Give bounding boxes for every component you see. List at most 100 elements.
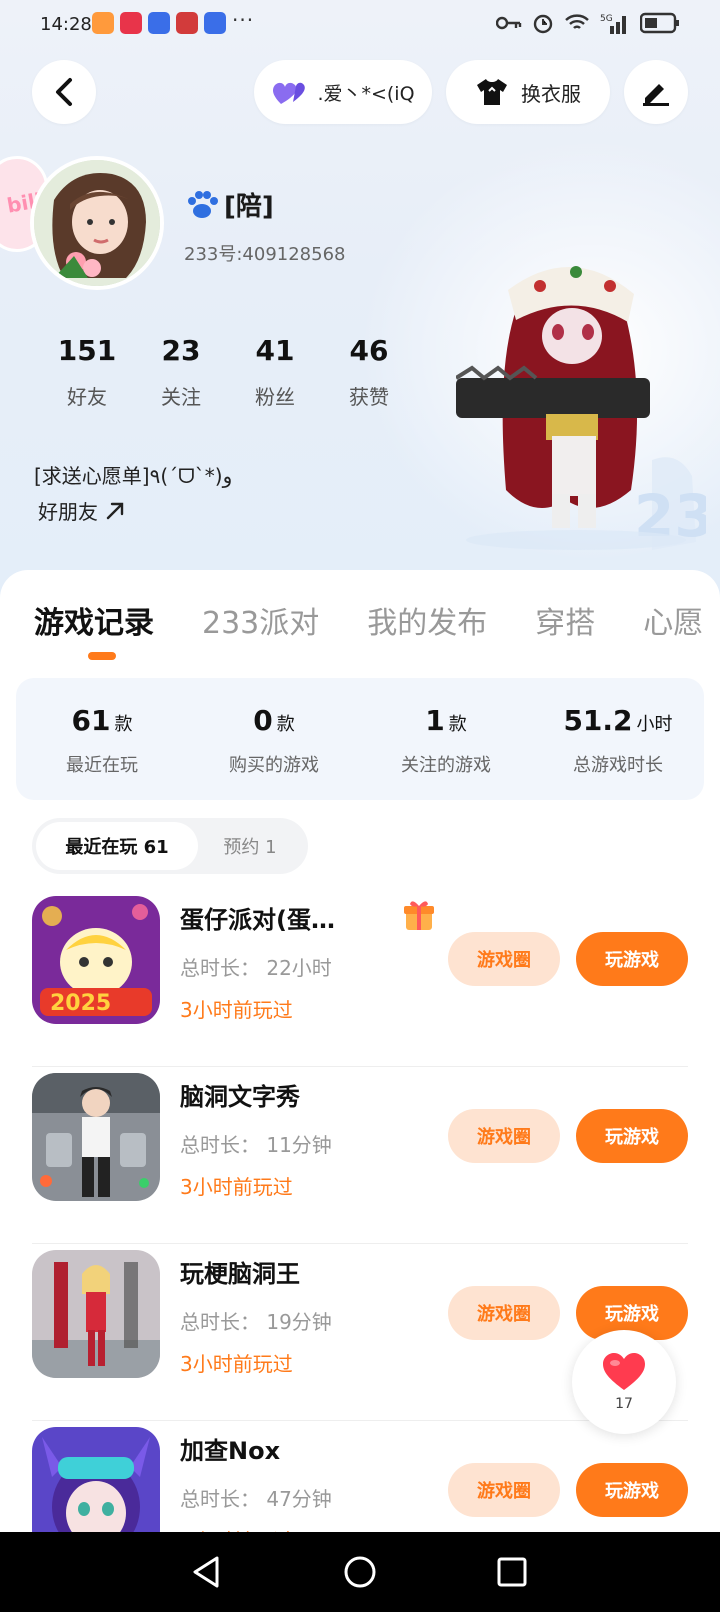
active-tab-indicator — [88, 652, 116, 660]
game-icon[interactable] — [32, 1250, 160, 1378]
friends-link-label: 好朋友 — [38, 500, 98, 524]
filter-reserved[interactable]: 预约 1 — [198, 822, 302, 870]
list-item[interactable]: 2025 蛋仔派对(蛋… 总时长： 22小时 3小时前玩过 游戏圈 玩游戏 — [0, 890, 720, 1067]
character-avatar-image[interactable]: 233 — [456, 250, 706, 570]
summary-label: 关注的游戏 — [401, 755, 491, 776]
app-notification-icon — [176, 12, 198, 34]
game-last-played: 3小时前玩过 — [180, 1352, 293, 1376]
summary-number: 51.2 — [563, 704, 633, 737]
square-recents-icon — [497, 1557, 527, 1587]
profile-stats: 151 好友 23 关注 41 粉丝 46 获赞 — [40, 334, 416, 410]
summary-label: 最近在玩 — [66, 755, 138, 776]
battery-icon — [640, 12, 679, 34]
summary-unit: 小时 — [636, 714, 673, 735]
edit-profile-button[interactable] — [624, 60, 688, 124]
filter-recent-playing[interactable]: 最近在玩 61 — [36, 822, 198, 870]
like-count: 17 — [615, 1396, 633, 1412]
game-total-time: 总时长： 22小时 — [180, 956, 332, 980]
play-game-button[interactable]: 玩游戏 — [576, 1109, 688, 1163]
friends-link[interactable]: 好朋友 — [38, 496, 126, 525]
stat-friends[interactable]: 151 好友 — [40, 334, 134, 410]
list-item[interactable]: 脑洞文字秀 总时长： 11分钟 3小时前玩过 游戏圈 玩游戏 — [0, 1067, 720, 1244]
game-circle-button[interactable]: 游戏圈 — [448, 1286, 560, 1340]
user-name: [陪] — [184, 186, 274, 223]
summary-unit: 款 — [448, 714, 467, 735]
stat-friends-label: 好友 — [67, 385, 107, 409]
stat-likes-label: 获赞 — [349, 385, 389, 409]
summary-label: 购买的游戏 — [229, 755, 319, 776]
summary-unit: 款 — [276, 714, 295, 735]
triangle-back-icon — [193, 1556, 219, 1588]
game-icon-image — [32, 1250, 160, 1378]
summary-label: 总游戏时长 — [573, 755, 663, 776]
game-summary-card: 61 款 最近在玩 0款 购买的游戏 1款 关注的游戏 51.2 小时 总游戏时长 — [16, 678, 704, 800]
relationship-tag-button[interactable]: .爱丶*<(iQ — [254, 60, 432, 124]
game-circle-button[interactable]: 游戏圈 — [448, 1109, 560, 1163]
game-name: 加查Nox — [180, 1437, 281, 1465]
avatar-image — [34, 160, 160, 286]
stat-following-label: 关注 — [161, 385, 201, 409]
summary-purchased-games[interactable]: 0款 购买的游戏 — [188, 678, 360, 800]
nav-recents-button[interactable] — [492, 1552, 532, 1592]
stat-likes[interactable]: 46 获赞 — [322, 334, 416, 410]
game-total-time: 总时长： 47分钟 — [180, 1487, 332, 1511]
back-button[interactable] — [32, 60, 96, 124]
game-circle-button[interactable]: 游戏圈 — [448, 1463, 560, 1517]
like-button[interactable]: 17 — [572, 1330, 676, 1434]
stat-friends-count: 151 — [57, 334, 117, 367]
paw-icon — [188, 190, 218, 218]
tab-233-party[interactable]: 233派对 — [202, 598, 319, 642]
notification-icons — [92, 12, 226, 34]
game-circle-button[interactable]: 游戏圈 — [448, 932, 560, 986]
play-game-button[interactable]: 玩游戏 — [576, 1463, 688, 1517]
game-name: 玩梗脑洞王 — [180, 1260, 300, 1288]
summary-unit: 款 — [114, 714, 133, 735]
change-outfit-button[interactable]: 换衣服 — [446, 60, 610, 124]
game-icon-image — [32, 1073, 160, 1201]
game-last-played: 3小时前玩过 — [180, 1175, 293, 1199]
gift-icon[interactable] — [402, 898, 436, 932]
summary-total-playtime[interactable]: 51.2 小时 总游戏时长 — [532, 678, 704, 800]
app-notification-icon — [92, 12, 114, 34]
summary-value: 1款 — [360, 704, 532, 737]
tab-wishlist[interactable]: 心愿 — [643, 598, 703, 642]
profile-tabs: 游戏记录 233派对 我的发布 穿搭 心愿 — [34, 598, 720, 642]
status-time: 14:28 — [40, 14, 92, 35]
tab-outfits[interactable]: 穿搭 — [535, 598, 595, 642]
summary-followed-games[interactable]: 1款 关注的游戏 — [360, 678, 532, 800]
nav-back-button[interactable] — [186, 1552, 226, 1592]
stat-following[interactable]: 23 关注 — [134, 334, 228, 410]
key-icon — [496, 16, 522, 30]
summary-value: 0款 — [188, 704, 360, 737]
pencil-icon — [643, 84, 669, 106]
heart-icon — [603, 1353, 645, 1390]
stat-followers-count: 41 — [255, 334, 295, 367]
user-name-text: [陪] — [224, 192, 274, 222]
summary-recent-games[interactable]: 61 款 最近在玩 — [16, 678, 188, 800]
tab-my-posts[interactable]: 我的发布 — [367, 598, 487, 642]
circle-home-icon — [344, 1556, 376, 1588]
game-last-played: 3小时前玩过 — [180, 998, 293, 1022]
summary-number: 0 — [253, 704, 273, 737]
app-notification-icon — [204, 12, 226, 34]
avatar[interactable] — [30, 156, 164, 290]
play-game-button[interactable]: 玩游戏 — [576, 932, 688, 986]
game-icon[interactable]: 2025 — [32, 896, 160, 1024]
user-id: 233号:409128568 — [184, 244, 346, 265]
system-icons: 5G — [496, 12, 680, 34]
stat-followers[interactable]: 41 粉丝 — [228, 334, 322, 410]
game-icon-image: 2025 — [32, 896, 160, 1024]
status-bar: 14:28 ··· 5G — [0, 0, 720, 48]
game-icon[interactable] — [32, 1073, 160, 1201]
app-notification-icon — [148, 12, 170, 34]
change-outfit-label: 换衣服 — [521, 81, 581, 106]
stat-following-count: 23 — [161, 334, 201, 367]
tab-game-records[interactable]: 游戏记录 — [34, 598, 154, 642]
app-notification-icon — [120, 12, 142, 34]
nav-home-button[interactable] — [340, 1552, 380, 1592]
summary-value: 51.2 小时 — [532, 704, 704, 737]
hearts-icon — [273, 82, 306, 104]
game-name: 脑洞文字秀 — [180, 1083, 300, 1111]
signal-icon: 5G — [600, 14, 626, 34]
wifi-icon — [565, 14, 589, 29]
